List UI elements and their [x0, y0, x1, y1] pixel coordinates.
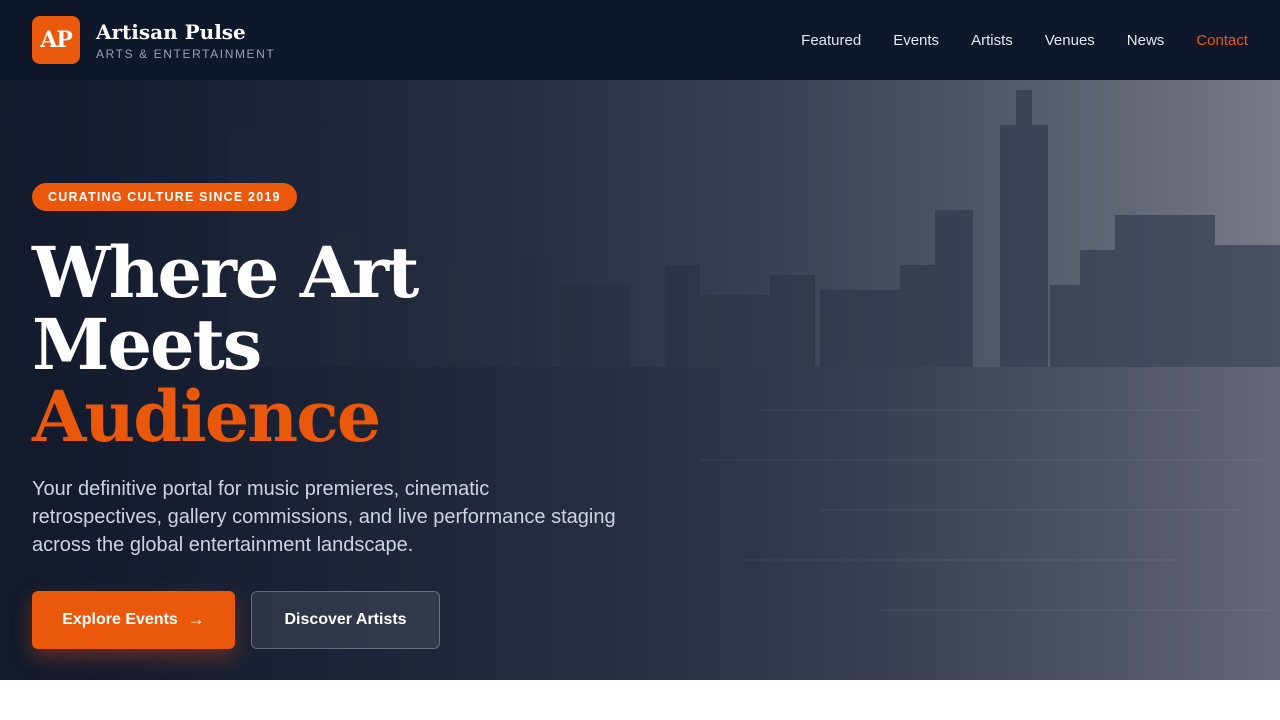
discover-artists-button[interactable]: Discover Artists: [251, 591, 440, 649]
explore-events-label: Explore Events: [62, 611, 178, 628]
nav-item-contact[interactable]: Contact: [1196, 32, 1248, 49]
hero-section: CURATING CULTURE SINCE 2019 Where Art Me…: [0, 80, 1280, 680]
brand-name: Artisan Pulse: [96, 19, 246, 44]
nav-item-venues[interactable]: Venues: [1045, 32, 1095, 49]
headline-line-1: Where Art Meets: [32, 231, 419, 386]
hero-headline: Where Art Meets Audience: [32, 237, 652, 453]
discover-artists-label: Discover Artists: [284, 611, 407, 628]
brand-logo[interactable]: AP: [32, 16, 80, 64]
hero-content: CURATING CULTURE SINCE 2019 Where Art Me…: [32, 183, 652, 649]
brand-tagline: ARTS & ENTERTAINMENT: [96, 46, 276, 61]
hero-actions: Explore Events → Discover Artists: [32, 591, 652, 649]
nav-item-events[interactable]: Events: [893, 32, 939, 49]
nav-item-news[interactable]: News: [1127, 32, 1165, 49]
hero-badge: CURATING CULTURE SINCE 2019: [32, 183, 297, 211]
nav-item-featured[interactable]: Featured: [801, 32, 861, 49]
site-header: AP Artisan Pulse ARTS & ENTERTAINMENT Fe…: [0, 0, 1280, 80]
headline-accent: Audience: [32, 375, 381, 458]
brand-text: Artisan Pulse ARTS & ENTERTAINMENT: [96, 20, 275, 61]
arrow-right-icon: →: [187, 610, 205, 629]
explore-events-button[interactable]: Explore Events →: [32, 591, 235, 649]
hero-description: Your definitive portal for music premier…: [32, 478, 616, 556]
below-fold-area: [0, 680, 1280, 720]
main-nav: Featured Events Artists Venues News Cont…: [769, 32, 1248, 49]
nav-item-artists[interactable]: Artists: [971, 32, 1013, 49]
brand[interactable]: AP Artisan Pulse ARTS & ENTERTAINMENT: [32, 16, 275, 64]
